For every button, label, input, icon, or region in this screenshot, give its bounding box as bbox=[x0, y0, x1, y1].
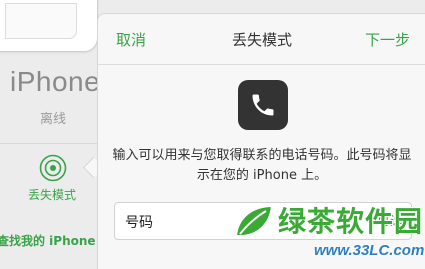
device-status: 离线 bbox=[40, 112, 67, 127]
phone-number-field[interactable]: 号码 bbox=[114, 202, 412, 240]
lost-mode-sheet: 取消 丢失模式 下一步 输入可以用来与您取得联系的电话号码。此号码将显示在您的 … bbox=[97, 13, 425, 269]
number-label: 号码 bbox=[125, 215, 153, 231]
device-image bbox=[0, 0, 98, 52]
divider bbox=[0, 143, 100, 144]
nav-bar: 取消 丢失模式 下一步 bbox=[98, 14, 425, 65]
device-panel: iPhone 离线 丢失模式 查找我的 iPhone bbox=[0, 0, 100, 268]
next-button[interactable]: 下一步 bbox=[365, 29, 410, 50]
lost-mode-button[interactable]: 丢失模式 bbox=[22, 152, 92, 204]
phone-icon-badge bbox=[238, 80, 288, 130]
radar-icon bbox=[39, 154, 67, 182]
phone-number-input[interactable] bbox=[175, 207, 405, 235]
device-name: iPhone bbox=[10, 66, 101, 97]
lost-mode-label: 丢失模式 bbox=[28, 188, 77, 202]
cancel-button[interactable]: 取消 bbox=[116, 29, 146, 50]
phone-icon bbox=[252, 94, 274, 116]
instruction-text: 输入可以用来与您取得联系的电话号码。此号码将显示在您的 iPhone 上。 bbox=[112, 148, 412, 183]
device-screen bbox=[5, 3, 77, 39]
find-my-iphone-link[interactable]: 查找我的 iPhone bbox=[0, 232, 96, 249]
